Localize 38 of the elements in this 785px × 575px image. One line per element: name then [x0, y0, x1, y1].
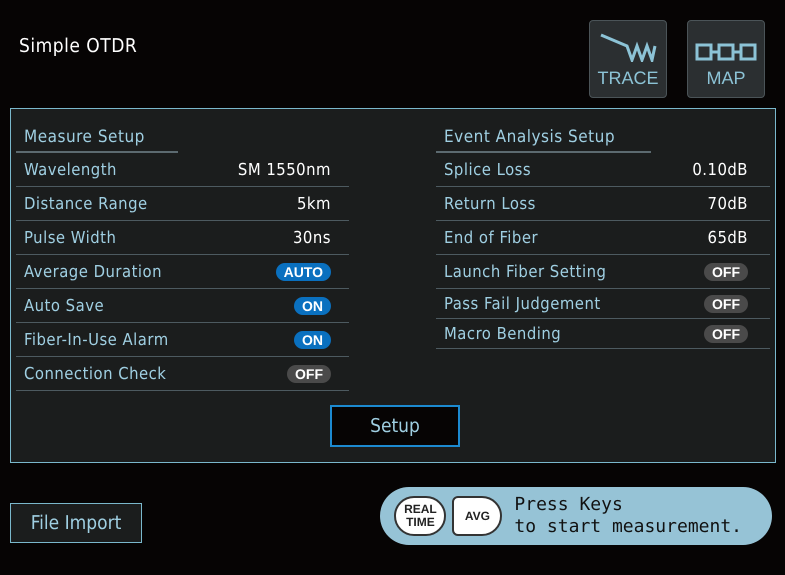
screen-title: Simple OTDR	[19, 35, 138, 57]
view-button[interactable]: MAP	[687, 20, 765, 98]
setting-label: Pulse Width	[24, 228, 116, 247]
setting-value[interactable]: 0.10dB	[692, 160, 748, 179]
key-label: AVG	[452, 496, 502, 536]
trace-waveform-icon	[599, 32, 657, 62]
setting-label: Auto Save	[24, 296, 104, 315]
view-button[interactable]: TRACE	[589, 20, 667, 98]
setting-value[interactable]: 70dB	[708, 194, 748, 213]
setting-label: Average Duration	[24, 262, 162, 281]
setting-value[interactable]: 5km	[296, 194, 331, 213]
toggle-switch[interactable]: OFF	[704, 324, 748, 342]
setting-label: Pass Fail Judgement	[444, 294, 601, 313]
file-import-button[interactable]: File Import	[10, 503, 142, 543]
toggle-switch[interactable]: ON	[294, 296, 331, 314]
toggle-switch[interactable]: OFF	[704, 262, 748, 280]
toggle-switch[interactable]: ON	[294, 330, 331, 348]
setting-label: Distance Range	[24, 194, 148, 213]
toggle-switch[interactable]: OFF	[287, 364, 331, 382]
setting-label: Wavelength	[24, 160, 117, 179]
setting-label: Macro Bending	[444, 324, 562, 343]
setting-label: Connection Check	[24, 364, 166, 383]
hint-text: Press Keys to start measurement.	[514, 494, 742, 538]
toggle-switch[interactable]: OFF	[704, 294, 748, 312]
setting-label: End of Fiber	[444, 228, 538, 247]
setting-label: Return Loss	[444, 194, 536, 213]
setting-label: Launch Fiber Setting	[444, 262, 606, 281]
setting-label: Fiber-In-Use Alarm	[24, 330, 169, 349]
setting-value[interactable]: SM 1550nm	[238, 160, 331, 179]
setting-value[interactable]: 30ns	[292, 228, 331, 247]
toggle-switch[interactable]: AUTO	[276, 262, 331, 280]
key-label: REAL TIME	[394, 496, 446, 536]
section-heading: Event Analysis Setup	[436, 125, 651, 153]
setting-value[interactable]: 65dB	[708, 228, 748, 247]
setup-button[interactable]: Setup	[330, 405, 460, 447]
section-heading: Measure Setup	[16, 125, 178, 153]
linked-squares-icon	[695, 42, 757, 62]
setting-label: Splice Loss	[444, 160, 532, 179]
